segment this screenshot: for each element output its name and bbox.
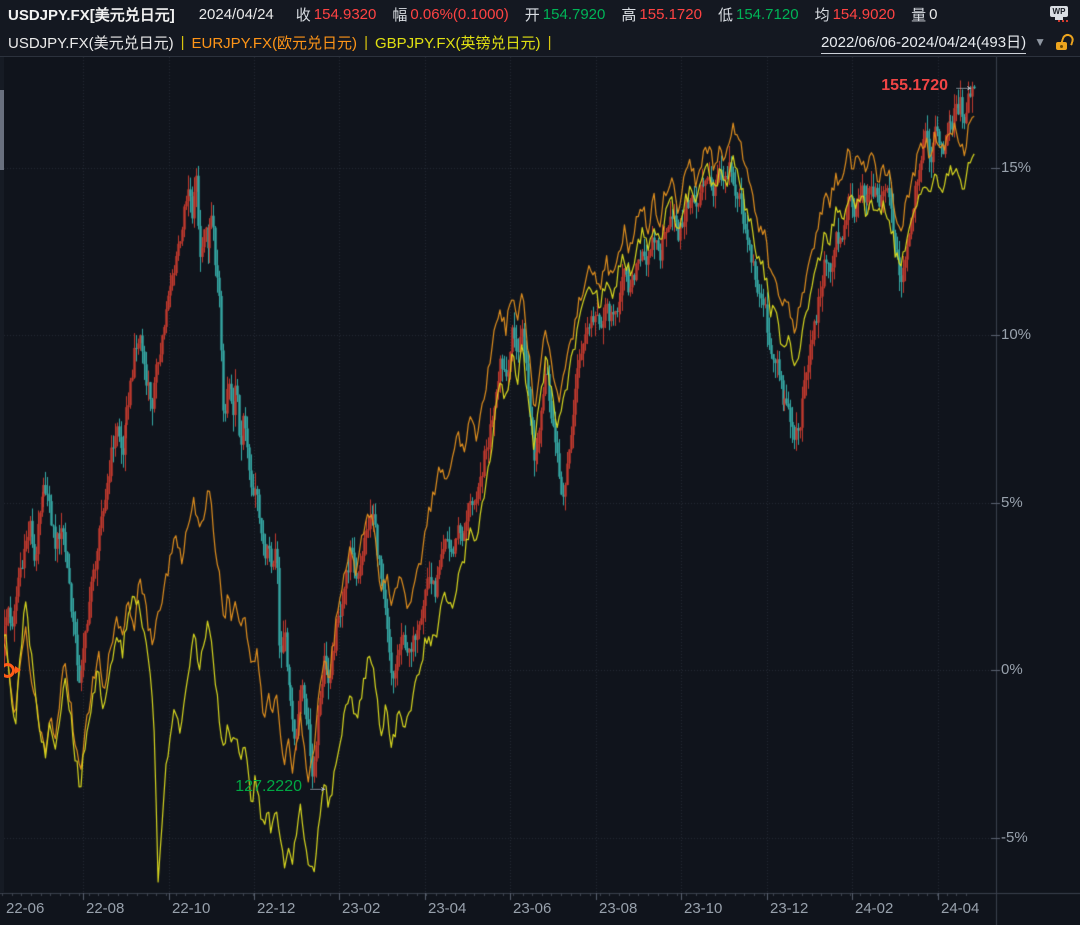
quote-date: 2024/04/24: [198, 5, 274, 23]
x-axis-label: 24-04: [941, 900, 980, 917]
y-axis-label: 5%: [1001, 493, 1023, 511]
legend-items: USDJPY.FX(美元兑日元) | EURJPY.FX(欧元兑日元) | GBPJPY…: [8, 32, 558, 53]
quote-field-value: 0.06%(0.1000): [410, 5, 509, 23]
low-price-annotation: 127.2220 →: [235, 777, 330, 797]
legend-item[interactable]: USDJPY.FX(美元兑日元): [8, 32, 174, 53]
x-axis-label: 23-10: [684, 900, 723, 917]
x-axis-label: 23-08: [599, 900, 638, 917]
right-arrow-icon: →: [951, 76, 977, 96]
x-axis-label: 23-04: [428, 900, 467, 917]
y-axis-label: 15%: [1001, 158, 1032, 176]
x-axis-label: 23-02: [342, 900, 381, 917]
scrollbar-thumb[interactable]: [0, 90, 4, 170]
x-axis-label: 23-06: [513, 900, 552, 917]
lock-keyhole: [1060, 44, 1063, 48]
quote-field-label: 量: [911, 6, 927, 24]
legend-separator: |: [180, 33, 185, 51]
symbol-title: USDJPY.FX[美元兑日元]: [8, 6, 175, 24]
chart-area[interactable]: 22-06 22-08 22-10 22-12 23-02 23-04 23-06 23-08…: [0, 57, 1080, 925]
y-axis-label: 10%: [1001, 326, 1032, 343]
low-price-label: 127.2220: [235, 777, 302, 795]
quote-field-label: 开: [524, 6, 540, 24]
series-start-marker-tail: [15, 666, 21, 674]
y-axis-label: 0%: [1001, 661, 1023, 678]
quote-field-label: 高: [621, 6, 637, 24]
quote-field-label: 幅: [392, 6, 408, 24]
quote-field-value: 154.9020: [832, 5, 896, 23]
vertical-scrollbar[interactable]: [0, 57, 4, 893]
quote-field-value: 155.1720: [639, 5, 702, 23]
wp-badge-icon[interactable]: WP: [1050, 5, 1070, 23]
legend-item[interactable]: EURJPY.FX(欧元兑日元): [191, 32, 357, 53]
price-chart-canvas[interactable]: [0, 57, 1080, 925]
legend-bar: USDJPY.FX(美元兑日元) | EURJPY.FX(欧元兑日元) | GBPJPY…: [0, 28, 1080, 57]
quote-field-label: 低: [717, 6, 733, 24]
x-axis-label: 23-12: [770, 900, 809, 917]
quote-field-label: 收: [295, 6, 311, 24]
quote-field-value: 0: [929, 5, 938, 23]
legend-separator: |: [364, 33, 368, 51]
x-axis-label: 24-02: [855, 900, 894, 917]
wp-badge-text: WP: [1050, 6, 1068, 17]
legend-separator: |: [547, 33, 552, 51]
legend-item[interactable]: GBPJPY.FX(英镑兑日元): [375, 32, 541, 53]
unlock-icon[interactable]: [1056, 31, 1076, 51]
quote-field-value: 154.9320: [313, 5, 377, 23]
fx-chart-window: USDJPY.FX[美元兑日元] 2024/04/24 收 154.9320 幅 0.…: [0, 0, 1080, 925]
x-axis-label: 22-10: [172, 900, 211, 917]
quote-bar: USDJPY.FX[美元兑日元] 2024/04/24 收 154.9320 幅 0.…: [0, 0, 1080, 28]
y-axis-label: -5%: [1001, 828, 1028, 846]
x-axis-label: 22-12: [257, 900, 296, 917]
dropdown-caret-icon[interactable]: ▼: [1034, 35, 1046, 49]
high-price-label: 155.1720: [881, 77, 948, 95]
high-price-annotation: 155.1720 →: [881, 76, 976, 96]
right-arrow-icon: →: [305, 776, 331, 796]
x-axis-label: 22-06: [6, 900, 45, 917]
quote-field-value: 154.7920: [542, 5, 606, 23]
quote-field-value: 154.7120: [735, 5, 799, 23]
range-controls: 2022/06/06-2024/04/24(493日) ▼: [820, 31, 1080, 54]
quote-field-label: 均: [814, 6, 830, 24]
wp-badge-dots: [1058, 20, 1070, 22]
date-range-button[interactable]: 2022/06/06-2024/04/24(493日): [820, 31, 1027, 54]
x-axis-label: 22-08: [86, 900, 125, 917]
quote-fields: 收 154.9320 幅 0.06%(0.1000) 开 154.7920 高 155.172…: [296, 4, 954, 25]
